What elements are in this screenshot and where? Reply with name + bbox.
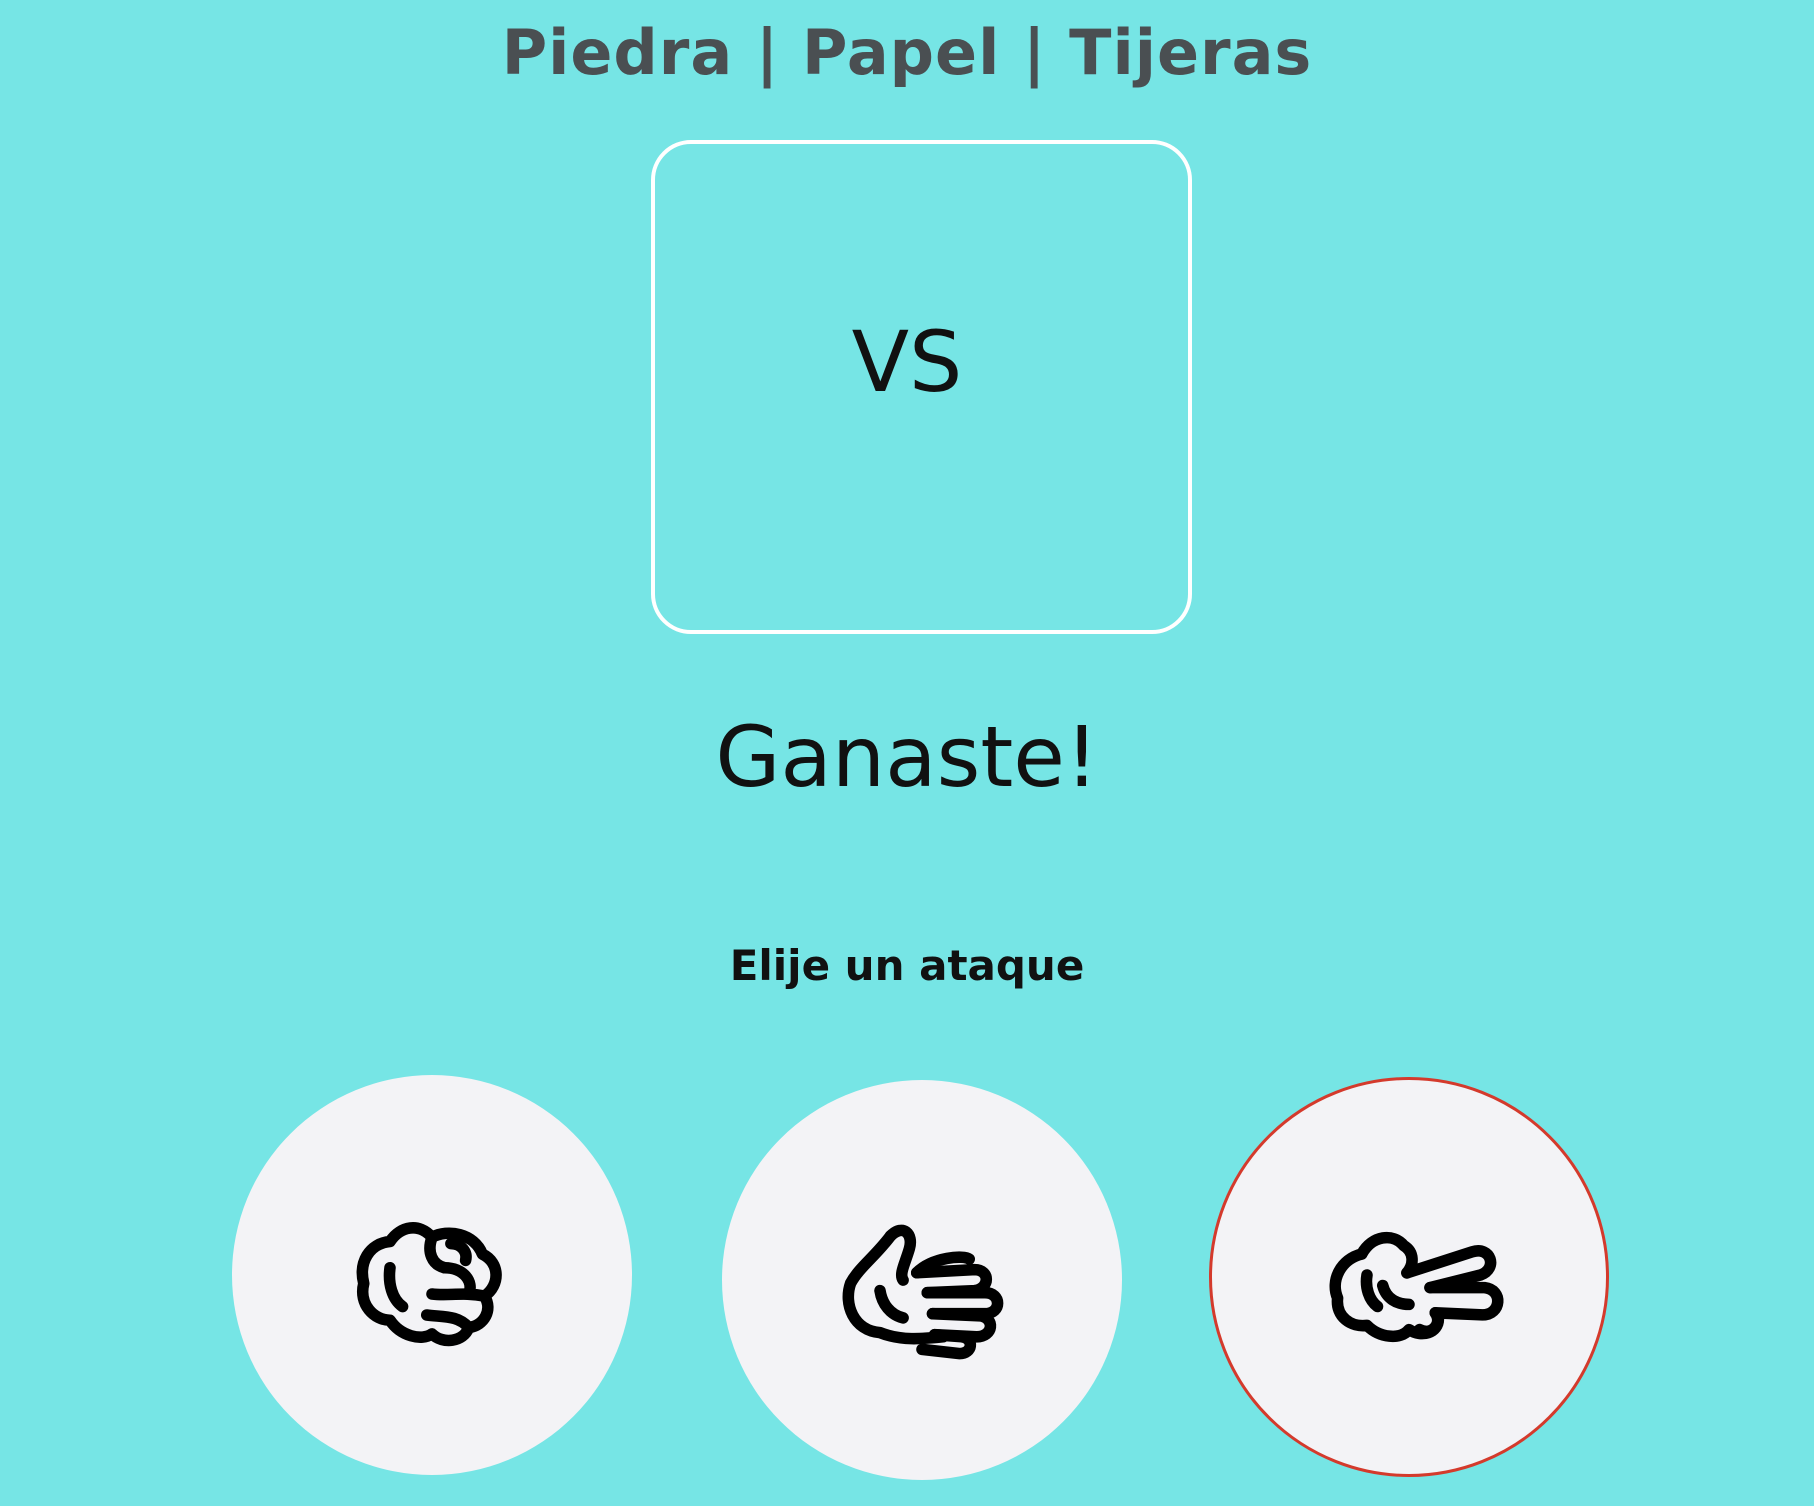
paper-button[interactable] [722, 1080, 1122, 1480]
rock-button[interactable] [232, 1075, 632, 1475]
game-page: Piedra | Papel | Tijeras VS Ganaste! Eli… [0, 0, 1814, 1506]
scissors-button[interactable] [1209, 1077, 1609, 1477]
vs-label: VS [851, 313, 963, 411]
page-title: Piedra | Papel | Tijeras [501, 16, 1313, 89]
scissors-hand-icon [1304, 1170, 1514, 1384]
choose-attack-prompt: Elije un ataque [729, 941, 1085, 990]
result-message: Ganaste! [715, 708, 1099, 806]
rock-hand-icon [327, 1168, 537, 1382]
paper-hand-icon [817, 1173, 1027, 1387]
